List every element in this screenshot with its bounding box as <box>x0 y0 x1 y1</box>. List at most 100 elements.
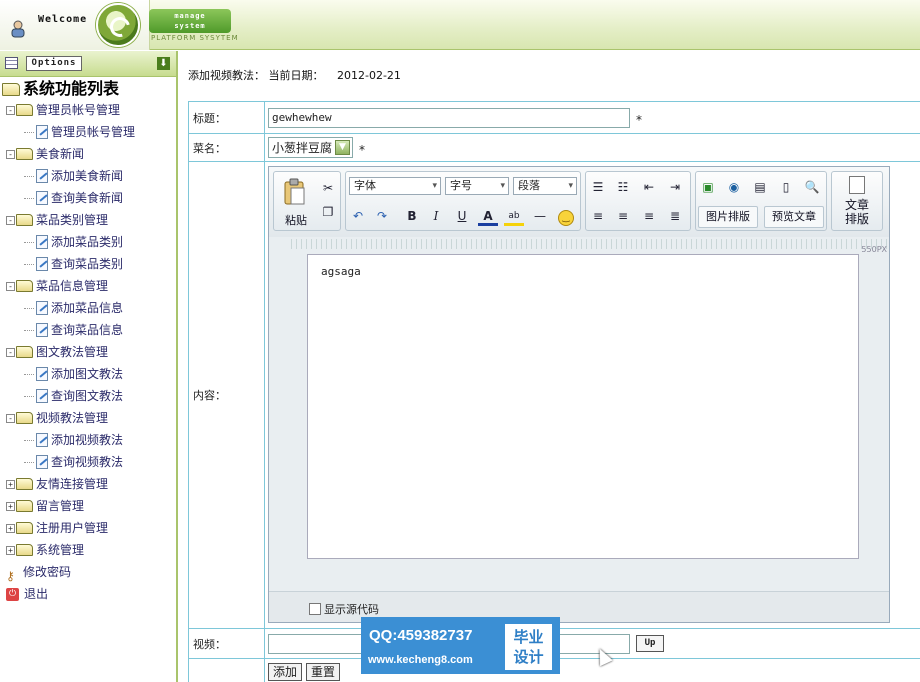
collapse-icon[interactable]: - <box>6 149 15 159</box>
dish-select-value: 小葱拌豆腐 <box>272 141 333 155</box>
underline-icon[interactable]: U <box>452 206 472 226</box>
dish-select[interactable]: 小葱拌豆腐 ▼ <box>268 137 354 158</box>
sidebar-item[interactable]: 查询图文教法 <box>2 385 176 407</box>
paste-icon[interactable] <box>283 178 307 206</box>
align-left-icon[interactable]: ≡ <box>588 206 608 226</box>
sidebar-item-label: 退出 <box>24 587 49 601</box>
title-label: 标题： <box>188 102 265 133</box>
sidebar-item[interactable]: + 注册用户管理 <box>2 517 176 539</box>
chevron-down-icon[interactable]: ▼ <box>335 140 351 155</box>
redo-icon[interactable]: ↷ <box>372 206 392 226</box>
align-justify-icon[interactable]: ≣ <box>665 206 685 226</box>
paragraph-select[interactable]: 段落 <box>513 176 577 195</box>
sidebar-item[interactable]: ⏻ 退出 <box>2 583 176 605</box>
submit-button[interactable]: 添加 <box>268 663 303 681</box>
note-icon[interactable]: ▯ <box>776 177 796 197</box>
sidebar-item[interactable]: + 留言管理 <box>2 495 176 517</box>
sidebar-item[interactable]: 添加美食新闻 <box>2 165 176 187</box>
required-mark: * <box>359 142 366 157</box>
dish-row: 菜名： 小葱拌豆腐 ▼ * <box>188 134 920 162</box>
ordered-list-icon[interactable]: ☰ <box>588 177 608 197</box>
collapse-icon[interactable]: - <box>6 413 15 423</box>
font-size-select[interactable]: 字号 <box>445 176 509 195</box>
reset-button[interactable]: 重置 <box>306 663 341 681</box>
sidebar-item[interactable]: - 图文教法管理 <box>2 341 176 363</box>
sidebar-item-label: 查询美食新闻 <box>51 191 124 205</box>
expand-icon[interactable]: + <box>6 501 15 511</box>
cut-icon[interactable]: ✂ <box>318 178 338 198</box>
sidebar-item-label: 添加菜品类别 <box>51 235 124 249</box>
sidebar-item[interactable]: 添加菜品类别 <box>2 231 176 253</box>
sidebar-item[interactable]: 添加图文教法 <box>2 363 176 385</box>
sidebar-item[interactable]: 查询美食新闻 <box>2 187 176 209</box>
paste-label[interactable]: 粘贴 <box>280 212 312 228</box>
sidebar-item[interactable]: 管理员帐号管理 <box>2 121 176 143</box>
sidebar-item[interactable]: - 管理员帐号管理 <box>2 99 176 121</box>
indent-icon[interactable]: ⇥ <box>665 177 685 197</box>
user-icon <box>11 20 25 38</box>
media-icon[interactable]: ◉ <box>724 177 744 197</box>
sidebar-item[interactable]: 添加视频教法 <box>2 429 176 451</box>
content-row: 内容： 粘贴 ✂ ❐ 字体 ▾ 字号 ▾ 段落 ▾ ↶ ↷ B I U A ab… <box>188 162 920 629</box>
edit-document-icon <box>36 367 48 381</box>
options-bar: Options ⬇ <box>0 51 176 77</box>
horizontal-rule-icon[interactable]: — <box>530 206 550 226</box>
collapse-icon[interactable]: - <box>6 105 15 115</box>
table-icon[interactable]: ▤ <box>750 177 770 197</box>
upload-button[interactable]: Up <box>636 635 664 652</box>
font-select[interactable]: 字体 <box>349 176 441 195</box>
search-icon[interactable]: 🔍 <box>802 177 822 197</box>
tree-connector <box>24 373 34 375</box>
preview-button[interactable]: 预览文章 <box>764 205 824 228</box>
smiley-icon[interactable]: ‿ <box>556 206 576 226</box>
action-label-cell <box>188 659 265 682</box>
options-button[interactable]: Options <box>26 56 82 71</box>
image-icon[interactable]: ▣ <box>698 177 718 197</box>
unordered-list-icon[interactable]: ☷ <box>613 177 633 197</box>
sidebar-item[interactable]: 查询视频教法 <box>2 451 176 473</box>
sidebar-item[interactable]: ⚷ 修改密码 <box>2 561 176 583</box>
arrow-down-icon[interactable]: ⬇ <box>157 57 170 70</box>
highlight-icon[interactable]: ab <box>504 206 524 226</box>
expand-icon[interactable]: + <box>6 545 15 555</box>
sidebar-item-label: 添加视频教法 <box>51 433 124 447</box>
show-source-label: 显示源代码 <box>324 602 379 616</box>
title-input[interactable]: gewhewhew <box>268 107 630 128</box>
folder-icon <box>16 148 33 160</box>
expand-icon[interactable]: + <box>6 479 15 489</box>
image-layout-button[interactable]: 图片排版 <box>698 205 758 228</box>
sidebar-item[interactable]: + 系统管理 <box>2 539 176 561</box>
dish-label: 菜名： <box>188 134 265 161</box>
title-row: 标题： gewhewhew * <box>188 102 920 134</box>
tree-root[interactable]: 系统功能列表 <box>2 79 176 99</box>
tree-connector <box>24 131 34 133</box>
bold-icon[interactable]: B <box>402 206 422 226</box>
sidebar-item[interactable]: 查询菜品类别 <box>2 253 176 275</box>
expand-icon[interactable]: + <box>6 523 15 533</box>
sidebar-item[interactable]: 添加菜品信息 <box>2 297 176 319</box>
collapse-icon[interactable]: - <box>6 281 15 291</box>
sidebar-item[interactable]: 查询菜品信息 <box>2 319 176 341</box>
collapse-icon[interactable]: - <box>6 215 15 225</box>
show-source-checkbox[interactable] <box>309 602 321 615</box>
sidebar-item[interactable]: - 菜品类别管理 <box>2 209 176 231</box>
badge-line2: system <box>174 22 206 30</box>
align-center-icon[interactable]: ≡ <box>613 206 633 226</box>
outdent-icon[interactable]: ⇤ <box>639 177 659 197</box>
sidebar-item[interactable]: - 视频教法管理 <box>2 407 176 429</box>
sidebar-item[interactable]: - 菜品信息管理 <box>2 275 176 297</box>
sidebar-item[interactable]: - 美食新闻 <box>2 143 176 165</box>
show-source-toggle[interactable]: 显示源代码 <box>309 601 379 617</box>
article-layout-button[interactable]: 文章 排版 <box>831 170 883 231</box>
edit-document-icon <box>36 169 48 183</box>
logo-icon <box>96 3 140 47</box>
copy-icon[interactable]: ❐ <box>318 202 338 222</box>
undo-icon[interactable]: ↶ <box>348 206 368 226</box>
font-color-icon[interactable]: A <box>478 206 498 226</box>
sidebar-item-label: 图文教法管理 <box>36 345 109 359</box>
sidebar-item[interactable]: + 友情连接管理 <box>2 473 176 495</box>
collapse-icon[interactable]: - <box>6 347 15 357</box>
editor-content-area[interactable]: agsaga <box>307 253 859 559</box>
align-right-icon[interactable]: ≡ <box>639 206 659 226</box>
italic-icon[interactable]: I <box>426 206 446 226</box>
